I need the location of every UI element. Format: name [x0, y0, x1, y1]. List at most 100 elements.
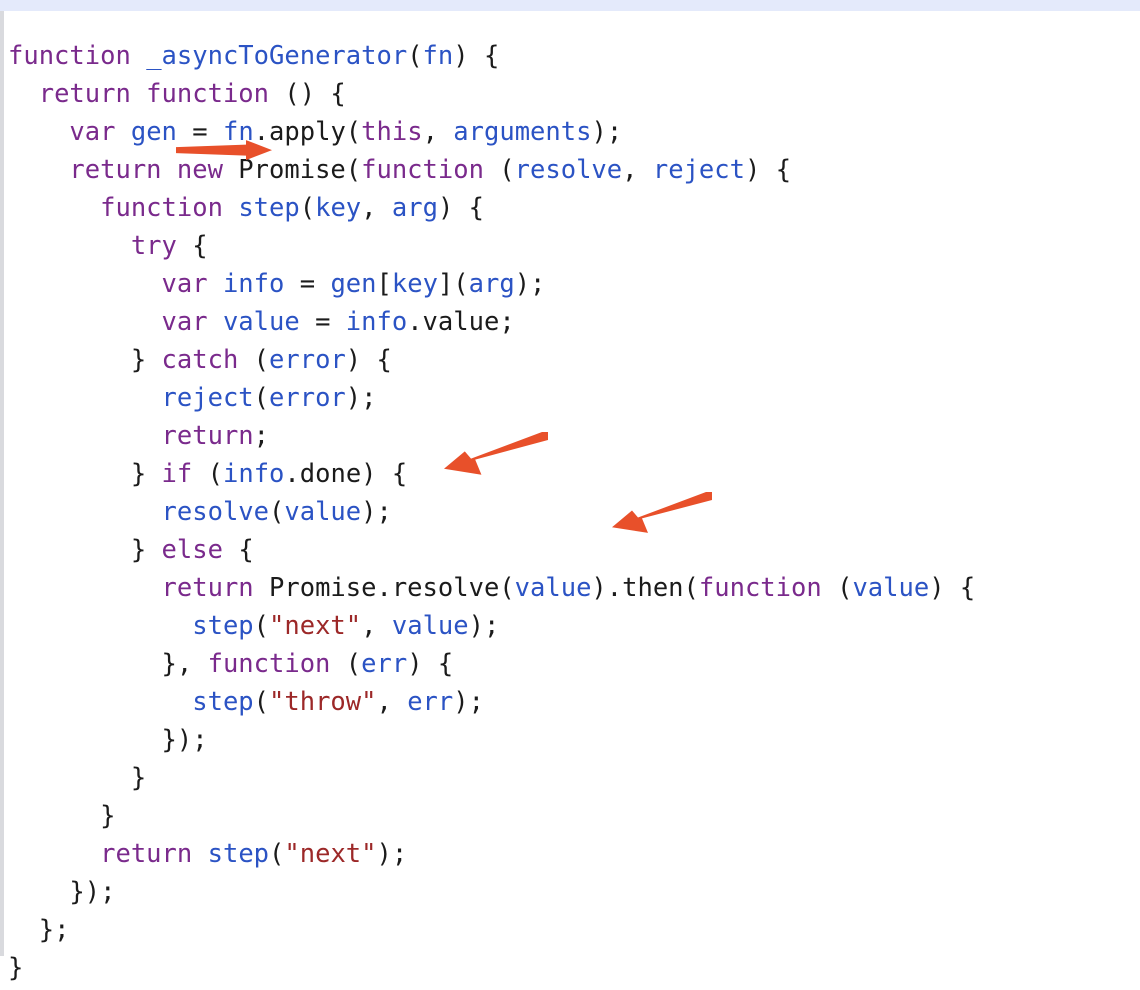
code-token-id: value: [391, 610, 469, 641]
code-token-id: step: [192, 686, 254, 717]
code-token-kw: else: [161, 534, 223, 565]
code-token-pl: );: [453, 686, 484, 717]
code-token-kw: return: [161, 572, 254, 603]
code-token-id: gen: [330, 268, 377, 299]
code-token-pl: ) {: [744, 154, 792, 185]
code-token-id: fn: [222, 116, 254, 147]
code-token-id: key: [391, 268, 438, 299]
code-line: return;: [0, 417, 1140, 455]
code-token-pl: ).then(: [591, 572, 699, 603]
code-line: return function () {: [0, 75, 1140, 113]
code-token-kw: function: [8, 40, 131, 71]
code-token-str: "next": [284, 838, 377, 869]
code-token-id: key: [315, 192, 362, 223]
code-token-id: gen: [130, 116, 177, 147]
code-token-pl: ) {: [437, 192, 484, 223]
code-token-pl: (: [253, 610, 270, 641]
code-token-id: step: [238, 192, 300, 223]
code-token-pl: }: [130, 344, 162, 375]
code-token-id: arguments: [453, 116, 592, 147]
code-token-id: error: [269, 344, 346, 375]
code-token-pl: ,: [361, 610, 392, 641]
code-token-kw: var: [161, 268, 208, 299]
code-token-pl: (: [299, 192, 316, 223]
code-token-id: info: [222, 268, 285, 299]
code-token-pl: });: [161, 724, 208, 755]
code-token-pl: (: [253, 686, 270, 717]
code-token-pl: ,: [376, 686, 408, 717]
code-token-kw: return: [100, 838, 193, 869]
code-token-id: resolve: [514, 154, 623, 185]
code-token-id: err: [407, 686, 454, 717]
code-token-kw: function: [361, 154, 484, 185]
code-snippet-viewport: function _asyncToGenerator(fn) { return …: [0, 0, 1140, 990]
code-token-pl: );: [361, 496, 392, 527]
code-line: return Promise.resolve(value).then(funct…: [0, 569, 1140, 607]
code-token-pl: );: [468, 610, 500, 641]
code-line: });: [0, 721, 1140, 759]
code-token-pl: =: [284, 268, 331, 299]
code-token-id: value: [514, 572, 592, 603]
code-token-pl: }: [130, 534, 162, 565]
code-token-pl: () {: [269, 78, 346, 109]
code-token-pl: =: [299, 306, 346, 337]
code-line: reject(error);: [0, 379, 1140, 417]
code-token-id: reject: [161, 382, 254, 413]
code-line: }: [0, 797, 1140, 835]
code-token-pl: ](: [437, 268, 469, 299]
code-line: };: [0, 911, 1140, 949]
code-token-pl: );: [514, 268, 546, 299]
code-token-id: resolve: [161, 496, 269, 527]
code-token-str: "throw": [269, 686, 377, 717]
code-token-str: "next": [269, 610, 362, 641]
code-line: return new Promise(function (resolve, re…: [0, 151, 1140, 189]
code-token-kw: function: [698, 572, 822, 603]
code-token-kw: function: [207, 648, 331, 679]
code-token-id: value: [852, 572, 930, 603]
code-token-pl: ,: [622, 154, 653, 185]
code-line: function step(key, arg) {: [0, 189, 1140, 227]
code-token-pl: (: [821, 572, 853, 603]
top-accent-band: [0, 0, 1140, 11]
code-token-pl: .value;: [407, 306, 515, 337]
code-token-kw: var: [161, 306, 208, 337]
code-token-pl: }: [130, 762, 147, 793]
code-token-id: step: [207, 838, 270, 869]
code-line: var info = gen[key](arg);: [0, 265, 1140, 303]
code-token-id: arg: [468, 268, 515, 299]
code-token-id: info: [222, 458, 285, 489]
code-line: step("next", value);: [0, 607, 1140, 645]
code-token-pl: (: [483, 154, 515, 185]
code-token-pl: (: [269, 838, 285, 869]
source-code-block: function _asyncToGenerator(fn) { return …: [0, 37, 1140, 987]
code-line: try {: [0, 227, 1140, 265]
code-token-kw: var: [69, 116, 116, 147]
code-token-kw: try: [130, 230, 177, 261]
code-token-pl: .apply(: [253, 116, 362, 147]
code-token-id: fn: [422, 40, 454, 71]
code-line: return step("next");: [0, 835, 1140, 873]
code-token-kw: return: [161, 420, 254, 451]
code-token-pl: ) {: [929, 572, 976, 603]
code-token-pl: }: [100, 800, 116, 831]
code-line: var value = info.value;: [0, 303, 1140, 341]
code-token-pl: [: [376, 268, 392, 299]
